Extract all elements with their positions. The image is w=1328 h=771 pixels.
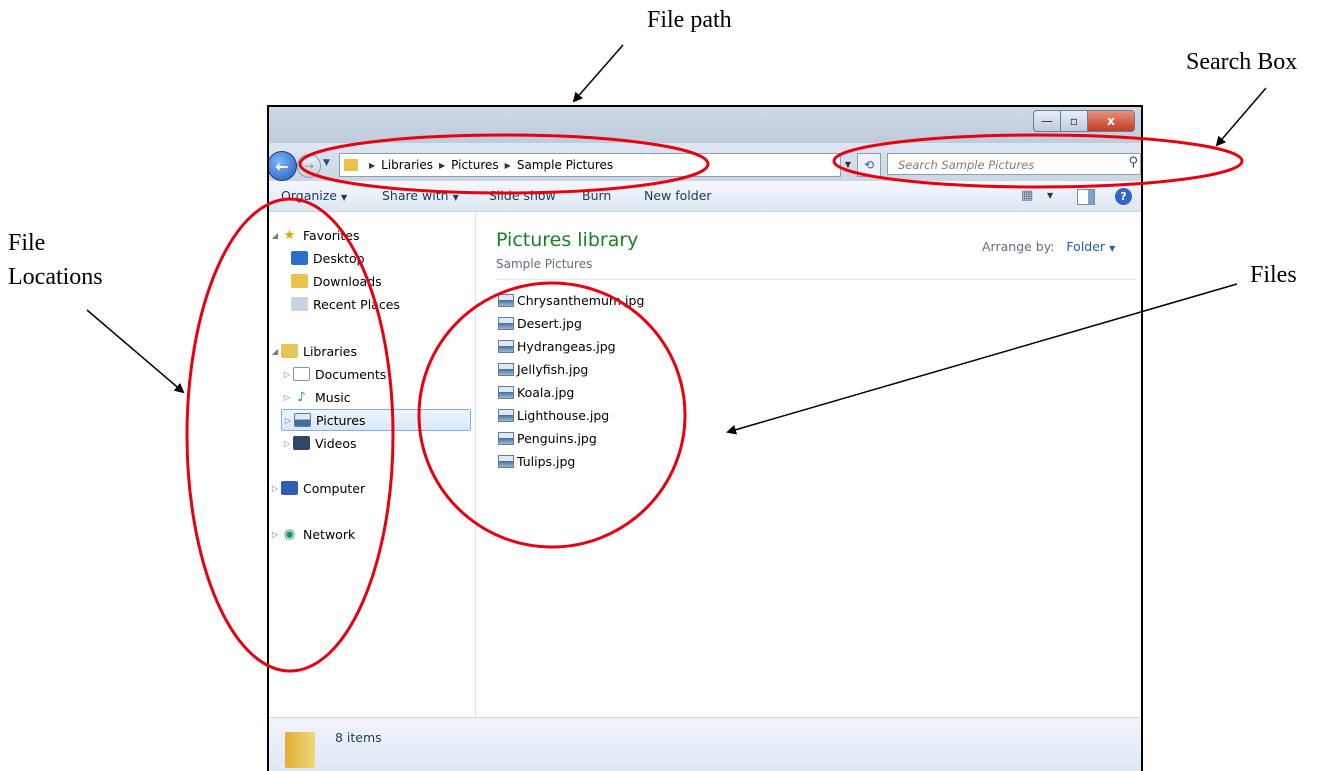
search-box-arrow [1215,87,1267,147]
nav-libraries[interactable]: ◢ Libraries [269,340,357,362]
image-file-icon [498,431,514,445]
change-view-icon[interactable]: ▦ [1021,188,1033,203]
image-file-icon [498,454,514,468]
breadcrumb-pictures[interactable]: Pictures [451,158,499,172]
computer-icon [281,481,298,495]
recent-places-icon [291,297,308,311]
file-path-callout: File path [647,7,732,33]
nav-pictures[interactable]: ▷ Pictures [281,409,471,431]
new-folder-button[interactable]: New folder [644,188,712,203]
file-path-arrow [572,44,624,103]
explorer-window: — ▫ x ← → ▼ ▶ Libraries ▶ Pictures ▶ Sam… [267,105,1143,771]
item-count: 8 items [335,730,382,745]
search-box[interactable]: ⚲ [887,153,1141,175]
back-button[interactable]: ← [269,151,297,181]
file-item[interactable]: Desert.jpg [498,313,582,333]
library-title: Pictures library [496,229,639,251]
close-button[interactable]: x [1088,110,1135,132]
search-input[interactable] [888,155,1118,175]
expand-arrow-icon[interactable]: ◢ [269,231,281,240]
expand-arrow-icon[interactable]: ▷ [281,370,293,379]
arrange-by: Arrange by: Folder ▼ [982,239,1116,254]
network-icon: ◉ [283,526,296,542]
expand-arrow-icon[interactable]: ▷ [269,530,281,539]
pictures-icon [294,413,311,427]
star-icon: ★ [283,227,296,243]
address-dropdown-icon[interactable]: ▼ [840,153,856,175]
file-item[interactable]: Chrysanthemum.jpg [498,290,644,310]
expand-arrow-icon[interactable]: ▷ [281,393,293,402]
image-file-icon [498,362,514,376]
minimize-button[interactable]: — [1033,110,1060,132]
file-item[interactable]: Hydrangeas.jpg [498,336,616,356]
file-locations-callout: File Locations [8,230,103,290]
chevron-right-icon[interactable]: ▶ [369,161,375,170]
preview-pane-icon[interactable] [1077,189,1095,205]
chevron-right-icon[interactable]: ▶ [439,161,445,170]
libraries-icon [281,344,298,358]
title-bar[interactable]: — ▫ x [269,107,1141,143]
command-bar: Organize ▼ Share with ▼ Slide show Burn Ne… [269,181,1141,212]
image-file-icon [498,408,514,422]
navigation-pane: ◢ ★ Favorites Desktop Downloads Recent P… [269,212,476,717]
breadcrumb-sample-pictures[interactable]: Sample Pictures [517,158,613,172]
divider [496,279,1136,280]
library-subtitle: Sample Pictures [496,257,593,271]
image-file-icon [498,385,514,399]
image-file-icon [498,316,514,330]
nav-documents[interactable]: ▷ Documents [281,363,386,385]
slide-show-button[interactable]: Slide show [489,188,556,203]
file-item[interactable]: Lighthouse.jpg [498,405,609,425]
image-file-icon [498,339,514,353]
folder-icon [344,159,358,171]
nav-music[interactable]: ▷ ♪ Music [281,386,351,408]
help-icon[interactable]: ? [1115,188,1132,205]
file-item[interactable]: Jellyfish.jpg [498,359,588,379]
nav-network[interactable]: ▷ ◉ Network [269,523,355,545]
breadcrumb-libraries[interactable]: Libraries [381,158,433,172]
image-file-icon [498,293,514,307]
forward-button[interactable]: → [297,154,321,178]
recent-pages-button[interactable]: ▼ [323,158,330,168]
arrange-by-dropdown[interactable]: Folder ▼ [1066,239,1115,254]
nav-recent-places[interactable]: Recent Places [291,293,400,315]
file-item[interactable]: Koala.jpg [498,382,574,402]
expand-arrow-icon[interactable]: ▷ [281,439,293,448]
chevron-down-icon[interactable]: ▼ [1047,191,1053,200]
refresh-icon[interactable]: ⟲ [857,153,881,177]
nav-videos[interactable]: ▷ Videos [281,432,357,454]
search-icon[interactable]: ⚲ [1128,155,1138,170]
file-item[interactable]: Penguins.jpg [498,428,597,448]
nav-downloads[interactable]: Downloads [291,270,382,292]
maximize-button[interactable]: ▫ [1060,110,1088,132]
nav-favorites[interactable]: ◢ ★ Favorites [269,224,360,246]
search-box-callout: Search Box [1186,49,1298,75]
share-with-button[interactable]: Share with ▼ [382,188,459,203]
folder-icon [285,732,315,768]
file-item[interactable]: Tulips.jpg [498,451,575,471]
chevron-right-icon[interactable]: ▶ [505,161,511,170]
caption-buttons: — ▫ x [1033,110,1135,132]
documents-icon [293,367,310,381]
videos-icon [293,436,310,450]
burn-button[interactable]: Burn [582,188,611,203]
expand-arrow-icon[interactable]: ▷ [282,416,294,425]
details-pane: 8 items [269,717,1141,771]
navigation-bar: ← → ▼ ▶ Libraries ▶ Pictures ▶ Sample Pi… [269,143,1141,181]
file-locations-arrow [86,309,185,394]
nav-desktop[interactable]: Desktop [291,247,365,269]
music-icon: ♪ [297,389,306,405]
files-callout: Files [1250,262,1297,288]
file-list-pane: Pictures library Sample Pictures Arrange… [476,212,1141,717]
nav-computer[interactable]: ▷ Computer [269,477,365,499]
address-bar[interactable]: ▶ Libraries ▶ Pictures ▶ Sample Pictures [339,153,841,177]
expand-arrow-icon[interactable]: ▷ [269,484,281,493]
desktop-icon [291,251,308,265]
expand-arrow-icon[interactable]: ◢ [269,347,281,356]
downloads-icon [291,274,308,288]
organize-button[interactable]: Organize ▼ [281,188,347,203]
